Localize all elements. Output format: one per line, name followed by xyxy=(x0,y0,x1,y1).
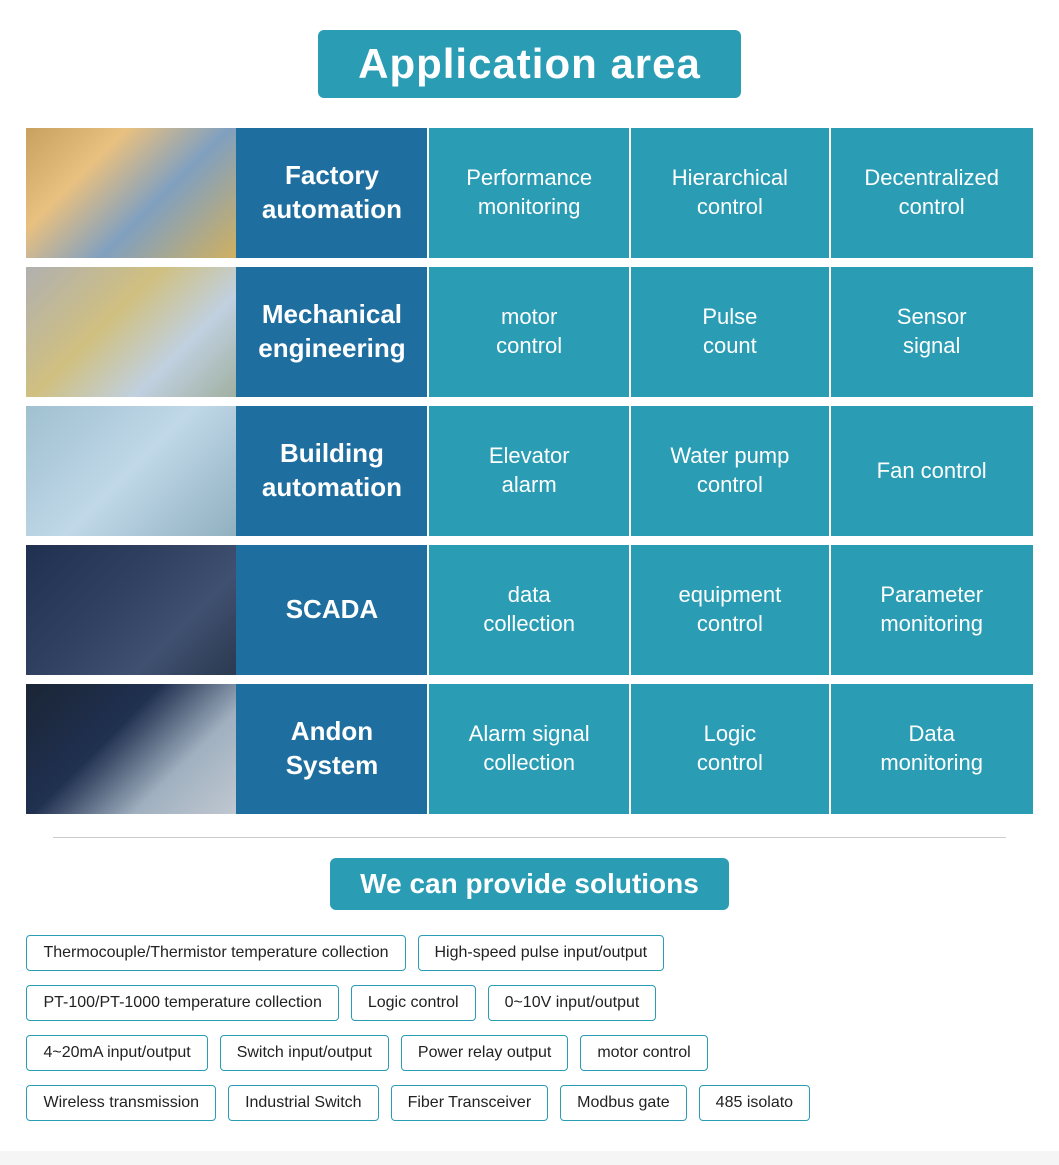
row-category-cell: Andon System xyxy=(236,683,428,816)
row-item-cell: Performance monitoring xyxy=(428,128,629,260)
row-category-cell: Building automation xyxy=(236,405,428,538)
tags-area: Thermocouple/Thermistor temperature coll… xyxy=(26,935,1032,1121)
row-item-cell: Alarm signal collection xyxy=(428,683,629,816)
row-item-cell: Hierarchical control xyxy=(630,128,830,260)
application-table: Factory automationPerformance monitoring… xyxy=(26,128,1032,817)
row-item-cell: Logic control xyxy=(630,683,830,816)
row-image-cell xyxy=(26,128,236,260)
table-row: Andon SystemAlarm signal collectionLogic… xyxy=(26,683,1032,816)
page-wrapper: Application area Factory automationPerfo… xyxy=(0,0,1059,1151)
solutions-title-box: We can provide solutions xyxy=(330,858,729,910)
row-item-cell: motor control xyxy=(428,266,629,399)
solution-tag: 4~20mA input/output xyxy=(26,1035,207,1071)
solution-tag: Wireless transmission xyxy=(26,1085,216,1121)
solution-tag: PT-100/PT-1000 temperature collection xyxy=(26,985,338,1021)
tags-row: Thermocouple/Thermistor temperature coll… xyxy=(26,935,1032,971)
row-item-cell: equipment control xyxy=(630,544,830,677)
row-category-cell: SCADA xyxy=(236,544,428,677)
tags-row: 4~20mA input/output Switch input/output Po… xyxy=(26,1035,1032,1071)
row-item-cell: Sensor signal xyxy=(830,266,1033,399)
table-row: Factory automationPerformance monitoring… xyxy=(26,128,1032,260)
page-title: Application area xyxy=(358,40,701,87)
title-box: Application area xyxy=(318,30,741,98)
solutions-title: We can provide solutions xyxy=(360,868,699,899)
solution-tag: Fiber Transceiver xyxy=(391,1085,549,1121)
row-image-cell xyxy=(26,683,236,816)
row-item-cell: Data monitoring xyxy=(830,683,1033,816)
tags-row: Wireless transmission Industrial Switch Fi… xyxy=(26,1085,1032,1121)
row-item-cell: data collection xyxy=(428,544,629,677)
row-image-cell xyxy=(26,405,236,538)
solutions-title-wrapper: We can provide solutions xyxy=(0,858,1059,910)
row-category-cell: Mechanical engineering xyxy=(236,266,428,399)
solution-tag: High-speed pulse input/output xyxy=(418,935,665,971)
row-item-cell: Decentralized control xyxy=(830,128,1033,260)
title-wrapper: Application area xyxy=(0,20,1059,108)
solution-tag: 485 isolato xyxy=(699,1085,810,1121)
table-row: Mechanical engineeringmotor controlPulse… xyxy=(26,266,1032,399)
solution-tag: Thermocouple/Thermistor temperature coll… xyxy=(26,935,405,971)
solution-tag: Logic control xyxy=(351,985,476,1021)
table-row: SCADAdata collectionequipment controlPar… xyxy=(26,544,1032,677)
row-image-cell xyxy=(26,266,236,399)
solution-tag: motor control xyxy=(580,1035,707,1071)
solution-tag: Industrial Switch xyxy=(228,1085,379,1121)
tags-row: PT-100/PT-1000 temperature collection Log… xyxy=(26,985,1032,1021)
row-item-cell: Fan control xyxy=(830,405,1033,538)
section-divider xyxy=(53,837,1006,838)
row-item-cell: Pulse count xyxy=(630,266,830,399)
row-category-cell: Factory automation xyxy=(236,128,428,260)
row-item-cell: Water pump control xyxy=(630,405,830,538)
solution-tag: Power relay output xyxy=(401,1035,568,1071)
solution-tag: 0~10V input/output xyxy=(488,985,657,1021)
table-row: Building automationElevator alarmWater p… xyxy=(26,405,1032,538)
row-item-cell: Elevator alarm xyxy=(428,405,629,538)
solution-tag: Switch input/output xyxy=(220,1035,389,1071)
row-item-cell: Parameter monitoring xyxy=(830,544,1033,677)
row-image-cell xyxy=(26,544,236,677)
solution-tag: Modbus gate xyxy=(560,1085,687,1121)
